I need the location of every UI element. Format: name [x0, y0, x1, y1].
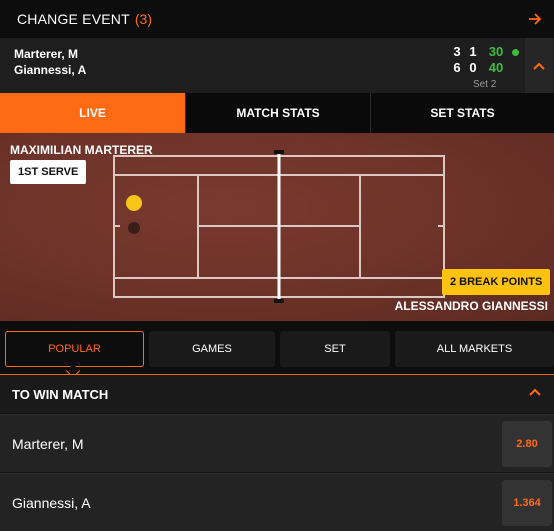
view-tabs: LIVE MATCH STATS SET STATS: [0, 93, 554, 133]
player-names: Marterer, M Giannessi, A: [14, 46, 86, 78]
odds-button[interactable]: 2.80: [502, 421, 552, 467]
score-grid: 3 1 30 6 0 40: [449, 44, 520, 76]
previous-ball-position-icon: [128, 222, 140, 234]
player-1-name: Marterer, M: [14, 47, 79, 61]
odds-button[interactable]: 1.364: [502, 480, 552, 526]
points-score: 40: [488, 60, 504, 75]
selection-name: Marterer, M: [12, 435, 84, 452]
tab-games[interactable]: GAMES: [149, 331, 275, 367]
collapse-scoreboard-button[interactable]: [525, 38, 553, 93]
set-1-score: 6: [453, 60, 461, 75]
change-event-bar[interactable]: CHANGE EVENT (3): [0, 0, 554, 38]
player-2-name: Giannessi, A: [14, 63, 87, 77]
serve-indicator-icon: [512, 48, 519, 56]
set-1-score: 3: [453, 44, 461, 59]
scoreboard: Marterer, M Giannessi, A 3 1 30 6 0 40 S…: [0, 38, 554, 93]
change-event-count: (3): [134, 11, 152, 27]
market-header[interactable]: TO WIN MATCH: [0, 375, 554, 413]
ball-icon: [126, 195, 142, 211]
selection-row: Giannessi, A 1.364: [0, 473, 554, 531]
tab-live[interactable]: LIVE: [0, 93, 186, 133]
current-set-label: Set 2: [473, 79, 497, 90]
tab-set-stats[interactable]: SET STATS: [371, 93, 554, 133]
points-score: 30: [488, 44, 504, 59]
player-top-label: MAXIMILIAN MARTERER: [10, 143, 153, 157]
market-tabs: POPULAR GAMES SET ALL MARKETS: [0, 321, 554, 379]
arrow-right-icon[interactable]: [528, 11, 542, 27]
set-2-score: 0: [469, 60, 477, 75]
set-2-score: 1: [469, 44, 477, 59]
selection-row: Marterer, M 2.80: [0, 414, 554, 472]
tab-set[interactable]: SET: [280, 331, 390, 367]
live-court-visualization: MAXIMILIAN MARTERER 1ST SERVE 2 BREAK PO…: [0, 133, 554, 321]
market-title: TO WIN MATCH: [12, 386, 109, 402]
tab-match-stats[interactable]: MATCH STATS: [186, 93, 371, 133]
change-event-title: CHANGE EVENT: [17, 11, 130, 27]
score-row-player-2: 6 0 40: [449, 60, 520, 76]
selection-name: Giannessi, A: [12, 494, 91, 511]
chevron-up-icon: [533, 62, 545, 70]
chevron-up-icon: [529, 388, 541, 396]
player-bottom-label: ALESSANDRO GIANNESSI: [394, 299, 548, 313]
break-points-badge: 2 BREAK POINTS: [442, 269, 551, 295]
tab-popular[interactable]: POPULAR: [5, 331, 144, 367]
score-row-player-1: 3 1 30: [449, 44, 520, 60]
tab-all-markets[interactable]: ALL MARKETS: [395, 331, 554, 367]
serve-badge: 1ST SERVE: [10, 160, 87, 184]
